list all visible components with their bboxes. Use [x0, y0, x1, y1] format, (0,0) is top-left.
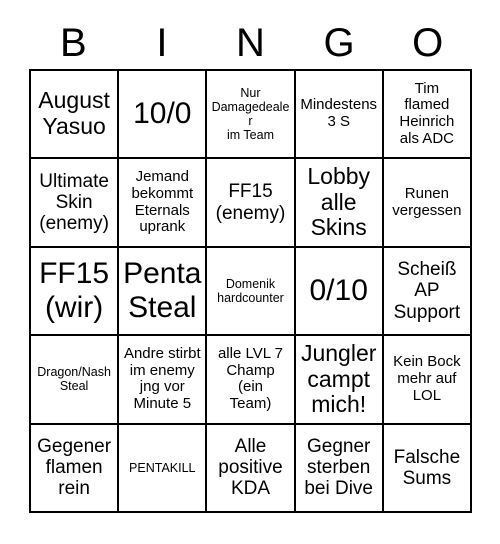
- bingo-cell-text: Falsche Sums: [393, 446, 461, 489]
- bingo-cell-r2c3[interactable]: FF15 (enemy): [207, 159, 296, 248]
- bingo-cell-text: Domenik hardcounter: [217, 276, 284, 305]
- bingo-cell-r3c3[interactable]: Domenik hardcounter: [207, 247, 296, 337]
- bingo-grid: August Yasuo 10/0 Nur Damagedealer im Team…: [29, 69, 472, 513]
- bingo-cell-text: alle LVL 7 Champ (ein Team): [217, 344, 284, 413]
- bingo-cell-r1c3[interactable]: Nur Damagedealer im Team: [207, 71, 296, 160]
- bingo-header-letter-i: I: [156, 20, 168, 65]
- bingo-cell-r5c3[interactable]: Alle positive KDA: [207, 424, 296, 513]
- bingo-cell-text: Tim flamed Heinrich als ADC: [399, 79, 455, 147]
- bingo-cell-text: Penta Steal: [123, 257, 202, 324]
- bingo-cell-text: August Yasuo: [38, 87, 110, 140]
- bingo-cell-r5c4[interactable]: Gegner sterben bei Dive: [295, 424, 384, 513]
- bingo-cell-r4c5[interactable]: Kein Bock mehr auf LOL: [383, 336, 472, 425]
- bingo-cell-text: Runen vergessen: [392, 184, 462, 219]
- bingo-cell-text: Gegner sterben bei Dive: [304, 435, 374, 500]
- bingo-header-letter-n: N: [236, 20, 265, 65]
- bingo-cell-r4c1[interactable]: Dragon/Nash Steal: [31, 336, 120, 425]
- bingo-cell-text: Gegener flamen rein: [37, 435, 112, 500]
- bingo-cell-text: 10/0: [133, 97, 192, 131]
- bingo-cell-r4c3[interactable]: alle LVL 7 Champ (ein Team): [207, 336, 296, 425]
- bingo-cell-r1c5[interactable]: Tim flamed Heinrich als ADC: [383, 71, 472, 160]
- bingo-cell-text: Andre stirbt im enemy jng vor Minute 5: [123, 344, 201, 413]
- bingo-cell-text: 0/10: [309, 274, 368, 308]
- bingo-cell-text: Mindestens 3 S: [300, 96, 378, 131]
- bingo-cell-r1c1[interactable]: August Yasuo: [31, 71, 120, 160]
- bingo-cell-r3c1[interactable]: FF15 (wir): [31, 247, 120, 337]
- bingo-cell-text: Dragon/Nash Steal: [37, 365, 111, 394]
- bingo-cell-r2c4[interactable]: Lobby alle Skins: [295, 159, 384, 248]
- bingo-cell-r4c4[interactable]: Jungler campt mich!: [295, 336, 384, 425]
- bingo-cell-r3c4[interactable]: 0/10: [295, 247, 384, 337]
- bingo-cell-text: FF15 (wir): [39, 257, 110, 324]
- bingo-cell-r2c5[interactable]: Runen vergessen: [383, 159, 472, 248]
- bingo-cell-text: Jungler campt mich!: [300, 339, 377, 418]
- bingo-cell-text: PENTAKILL: [129, 460, 196, 475]
- bingo-cell-text: Jemand bekommt Eternals uprank: [131, 168, 194, 236]
- bingo-card: B I N G O August Yasuo 10/0 Nur Damagedeal…: [0, 0, 500, 544]
- bingo-header: B I N G O: [29, 16, 472, 69]
- bingo-cell-r2c1[interactable]: Ultimate Skin (enemy): [31, 159, 120, 248]
- bingo-cell-r1c4[interactable]: Mindestens 3 S: [295, 71, 384, 160]
- bingo-cell-r5c1[interactable]: Gegener flamen rein: [31, 424, 120, 513]
- bingo-cell-text: FF15 (enemy): [215, 181, 286, 224]
- bingo-header-letter-g: G: [323, 20, 355, 65]
- bingo-cell-text: Kein Bock mehr auf LOL: [393, 353, 461, 404]
- bingo-cell-text: Scheiß AP Support: [393, 259, 461, 323]
- bingo-cell-text: Ultimate Skin (enemy): [39, 170, 109, 235]
- bingo-cell-text: Lobby alle Skins: [307, 162, 371, 241]
- bingo-cell-r2c2[interactable]: Jemand bekommt Eternals uprank: [119, 159, 208, 248]
- bingo-cell-text: Nur Damagedealer im Team: [211, 86, 290, 143]
- bingo-cell-r4c2[interactable]: Andre stirbt im enemy jng vor Minute 5: [119, 336, 208, 425]
- bingo-cell-r5c2[interactable]: PENTAKILL: [119, 424, 208, 513]
- bingo-cell-r1c2[interactable]: 10/0: [119, 71, 208, 160]
- bingo-cell-r3c2[interactable]: Penta Steal: [119, 247, 208, 337]
- bingo-cell-r5c5[interactable]: Falsche Sums: [383, 424, 472, 513]
- bingo-cell-text: Alle positive KDA: [218, 435, 283, 500]
- bingo-cell-r3c5[interactable]: Scheiß AP Support: [383, 247, 472, 337]
- bingo-header-letter-b: B: [59, 20, 87, 65]
- bingo-header-letter-o: O: [412, 20, 444, 65]
